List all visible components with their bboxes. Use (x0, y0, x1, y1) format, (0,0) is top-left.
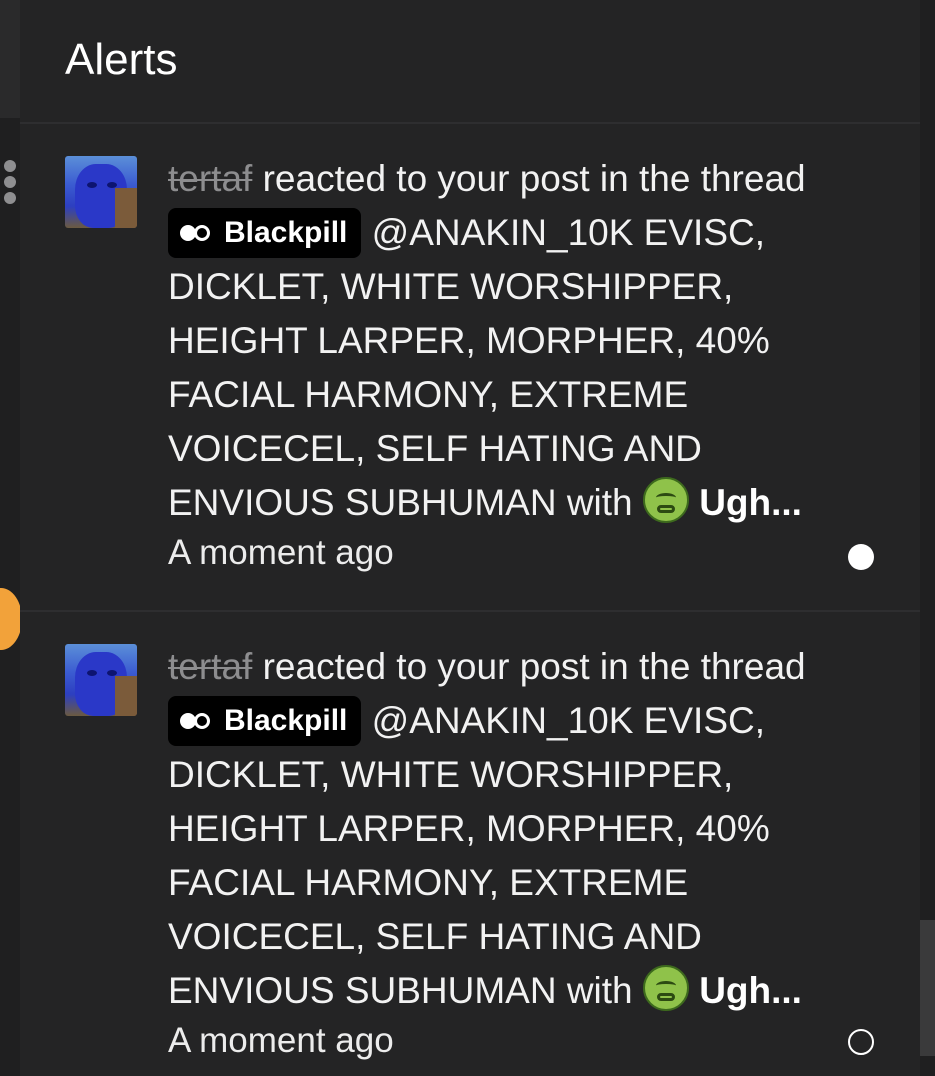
alert-action-text: reacted to your post in the thread (252, 646, 806, 687)
background-strip (0, 0, 20, 118)
background-emoji-icon (0, 588, 22, 650)
thread-prefix-label: Blackpill (224, 704, 348, 737)
avatar[interactable] (65, 644, 137, 716)
alert-time: A moment ago (168, 1021, 394, 1060)
thread-title-link[interactable]: @ANAKIN_10K EVISC, DICKLET, WHITE WORSHI… (168, 212, 770, 523)
background-scroll-edge (919, 920, 935, 1056)
alerts-header: Alerts (20, 0, 920, 124)
thread-prefix-badge[interactable]: Blackpill (168, 696, 362, 746)
read-circle-icon[interactable] (848, 1029, 874, 1055)
alert-item[interactable]: tertaf reacted to your post in the threa… (20, 124, 920, 610)
alert-username[interactable]: tertaf (168, 646, 252, 687)
nauseated-face-icon (642, 477, 689, 523)
thread-prefix-label: Blackpill (224, 216, 348, 249)
alert-username[interactable]: tertaf (168, 158, 252, 199)
nauseated-face-icon (642, 965, 689, 1011)
alert-item[interactable]: tertaf reacted to your post in the threa… (20, 610, 920, 1076)
alert-content: tertaf reacted to your post in the threa… (168, 152, 860, 582)
alerts-panel: Alerts tertaf reacted to your post in th… (20, 0, 920, 1076)
alert-time: A moment ago (168, 533, 394, 572)
alerts-title: Alerts (65, 35, 178, 84)
thread-title-link[interactable]: @ANAKIN_10K EVISC, DICKLET, WHITE WORSHI… (168, 700, 770, 1011)
pill-icon (180, 223, 214, 243)
reaction-name: Ugh... (699, 970, 802, 1011)
reaction-name: Ugh... (699, 482, 802, 523)
pill-icon (180, 711, 214, 731)
unread-dot-icon[interactable] (848, 544, 874, 570)
alert-content: tertaf reacted to your post in the threa… (168, 640, 860, 1060)
thread-prefix-badge[interactable]: Blackpill (168, 208, 362, 258)
alert-action-text: reacted to your post in the thread (252, 158, 806, 199)
avatar[interactable] (65, 156, 137, 228)
